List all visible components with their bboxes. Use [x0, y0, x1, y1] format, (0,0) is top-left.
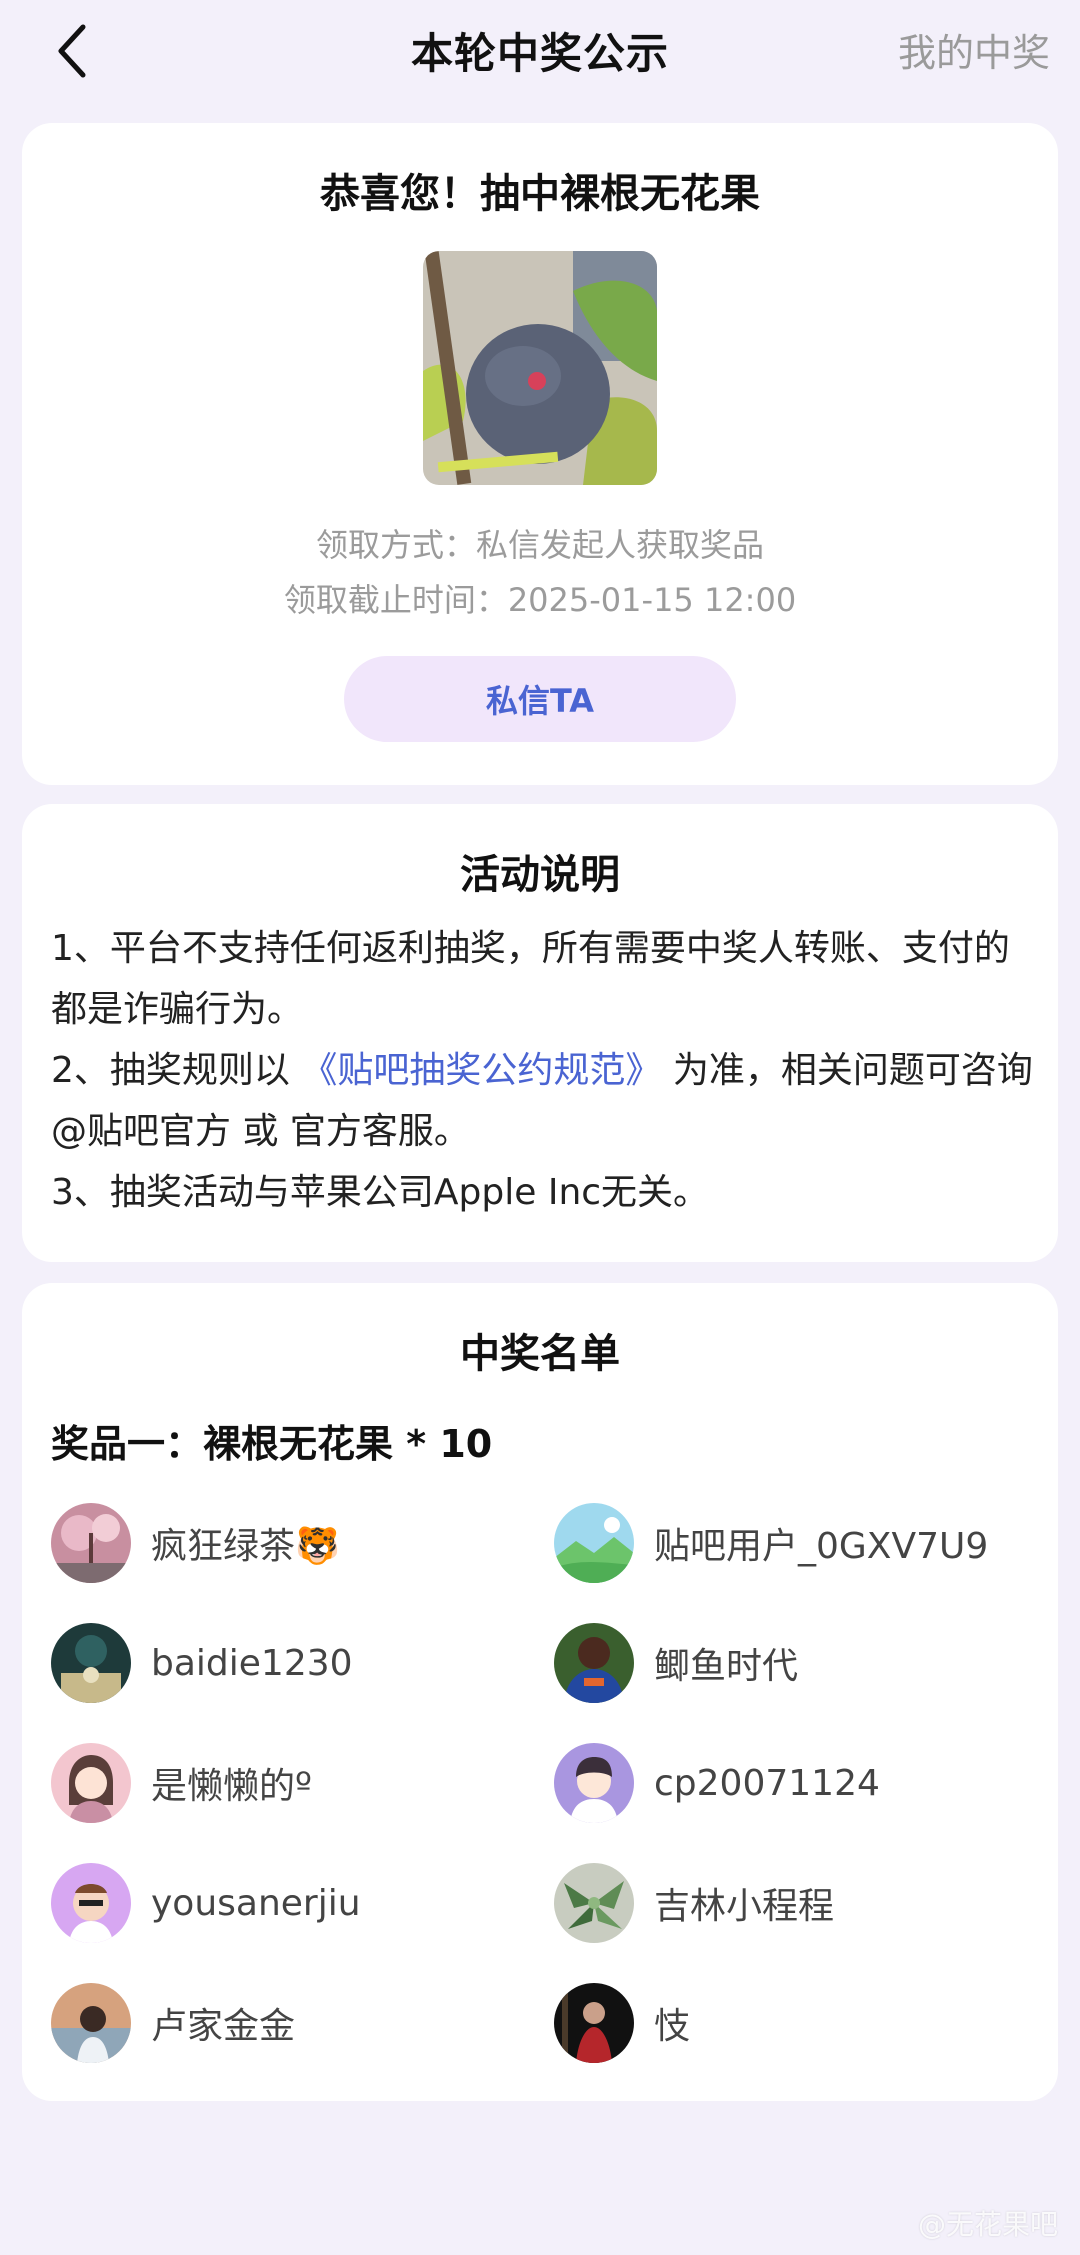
- winners-card: 中奖名单 奖品一：裸根无花果 * 10 疯狂绿茶🐯 贴吧用户_0GXV7U9 b…: [22, 1283, 1058, 2101]
- winner-name: 鲫鱼时代: [654, 1646, 799, 1687]
- avatar: [554, 1863, 634, 1943]
- avatar: [554, 1983, 634, 2063]
- rule-line-2: 2、抽奖规则以 《贴吧抽奖公约规范》 为准，相关问题可咨询@贴吧官方 或 官方客…: [51, 1040, 1041, 1162]
- winner-name: 贴吧用户_0GXV7U9: [654, 1526, 989, 1567]
- message-organizer-button[interactable]: 私信TA: [344, 656, 736, 742]
- claim-deadline-text: 领取截止时间：2025-01-15 12:00: [283, 581, 797, 619]
- rules-text: 1、平台不支持任何返利抽奖，所有需要中奖人转账、支付的都是诈骗行为。 2、抽奖规…: [51, 918, 1041, 1223]
- claim-method-text: 领取方式：私信发起人获取奖品: [315, 526, 764, 564]
- winner-item[interactable]: 贴吧用户_0GXV7U9: [554, 1503, 988, 1583]
- winners-title: 中奖名单: [460, 1331, 620, 1377]
- rules-title: 活动说明: [460, 852, 620, 898]
- prize-image: [423, 251, 657, 485]
- winner-item[interactable]: 吉林小程程: [554, 1863, 834, 1943]
- rule-line-1: 1、平台不支持任何返利抽奖，所有需要中奖人转账、支付的都是诈骗行为。: [51, 928, 1010, 1030]
- winner-item[interactable]: baidie1230: [51, 1623, 353, 1703]
- avatar: [51, 1983, 131, 2063]
- rule-line-3: 3、抽奖活动与苹果公司Apple Inc无关。: [51, 1172, 710, 1213]
- winner-item[interactable]: 是懒懒的º: [51, 1743, 312, 1823]
- winner-item[interactable]: cp20071124: [554, 1743, 880, 1823]
- watermark: @无花果吧: [917, 2208, 1058, 2241]
- winner-name: 卢家金金: [151, 2006, 296, 2047]
- winner-name: 忮: [654, 2006, 691, 2047]
- winner-item[interactable]: 鲫鱼时代: [554, 1623, 798, 1703]
- avatar: [51, 1863, 131, 1943]
- winner-name: yousanerjiu: [151, 1882, 361, 1924]
- prize-line: 奖品一：裸根无花果 * 10: [51, 1422, 493, 1466]
- winner-name: 是懒懒的º: [151, 1766, 312, 1807]
- rule-line-2-prefix: 2、抽奖规则以: [51, 1050, 290, 1091]
- winner-item[interactable]: 疯狂绿茶🐯: [51, 1503, 340, 1583]
- my-prizes-link[interactable]: 我的中奖: [898, 22, 1050, 77]
- winner-name: 疯狂绿茶🐯: [151, 1526, 340, 1567]
- winner-name: cp20071124: [654, 1762, 880, 1804]
- avatar: [51, 1743, 131, 1823]
- rules-card: 活动说明 1、平台不支持任何返利抽奖，所有需要中奖人转账、支付的都是诈骗行为。 …: [22, 804, 1058, 1262]
- winner-name: 吉林小程程: [654, 1886, 835, 1927]
- prize-result-card: 恭喜您！抽中裸根无花果 领取方式：私信发起人获取奖品 领取截止时间：2025-0…: [22, 123, 1058, 785]
- top-nav-bar: 本轮中奖公示 我的中奖: [0, 0, 1080, 100]
- avatar: [51, 1503, 131, 1583]
- congrats-heading: 恭喜您！抽中裸根无花果: [320, 171, 760, 217]
- winner-item[interactable]: 卢家金金: [51, 1983, 295, 2063]
- rules-convention-link[interactable]: 《贴吧抽奖公约规范》: [301, 1050, 661, 1091]
- avatar: [554, 1623, 634, 1703]
- avatar: [554, 1743, 634, 1823]
- winner-item[interactable]: yousanerjiu: [51, 1863, 361, 1943]
- winner-item[interactable]: 忮: [554, 1983, 690, 2063]
- avatar: [554, 1503, 634, 1583]
- winner-name: baidie1230: [151, 1642, 353, 1684]
- avatar: [51, 1623, 131, 1703]
